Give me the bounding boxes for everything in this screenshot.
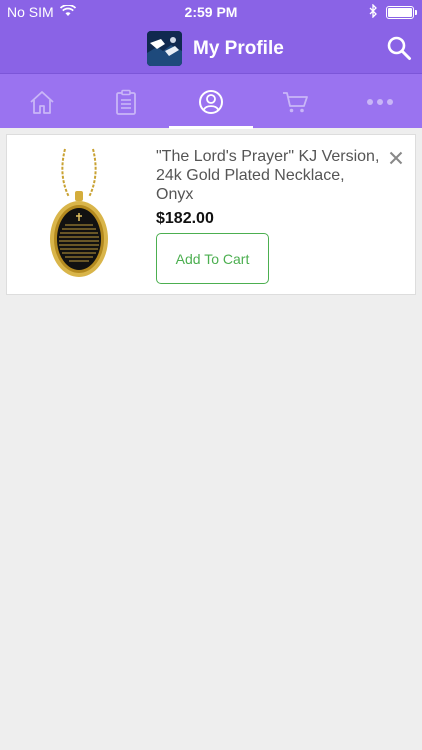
- status-bar: No SIM 2:59 PM: [0, 0, 422, 24]
- wishlist-item-card: "The Lord's Prayer" KJ Version, 24k Gold…: [6, 134, 416, 295]
- search-icon: [387, 36, 411, 60]
- home-icon: [30, 90, 54, 114]
- add-to-cart-button[interactable]: Add To Cart: [156, 233, 269, 284]
- page-title: My Profile: [193, 37, 284, 59]
- status-time: 2:59 PM: [184, 4, 238, 20]
- tab-home[interactable]: [0, 74, 84, 129]
- tab-bar: [0, 73, 422, 129]
- product-image[interactable]: [43, 147, 115, 277]
- tab-profile[interactable]: [169, 74, 253, 129]
- product-title[interactable]: "The Lord's Prayer" KJ Version, 24k Gold…: [156, 147, 384, 204]
- app-logo-icon: [147, 31, 182, 66]
- nav-title-group: My Profile: [147, 31, 284, 66]
- cart-icon: [283, 91, 308, 112]
- close-icon: [389, 151, 403, 165]
- user-circle-icon: [199, 89, 223, 114]
- clipboard-icon: [116, 89, 136, 115]
- top-nav-bar: My Profile: [0, 24, 422, 73]
- more-icon: [367, 98, 393, 105]
- product-price: $182.00: [156, 210, 214, 227]
- tab-more[interactable]: [338, 74, 422, 129]
- status-right: [369, 3, 417, 21]
- tab-orders[interactable]: [84, 74, 168, 129]
- bluetooth-icon: [369, 3, 378, 21]
- search-button[interactable]: [386, 35, 412, 61]
- battery-icon: [386, 6, 417, 19]
- remove-item-button[interactable]: [389, 151, 403, 165]
- tab-cart[interactable]: [253, 74, 337, 129]
